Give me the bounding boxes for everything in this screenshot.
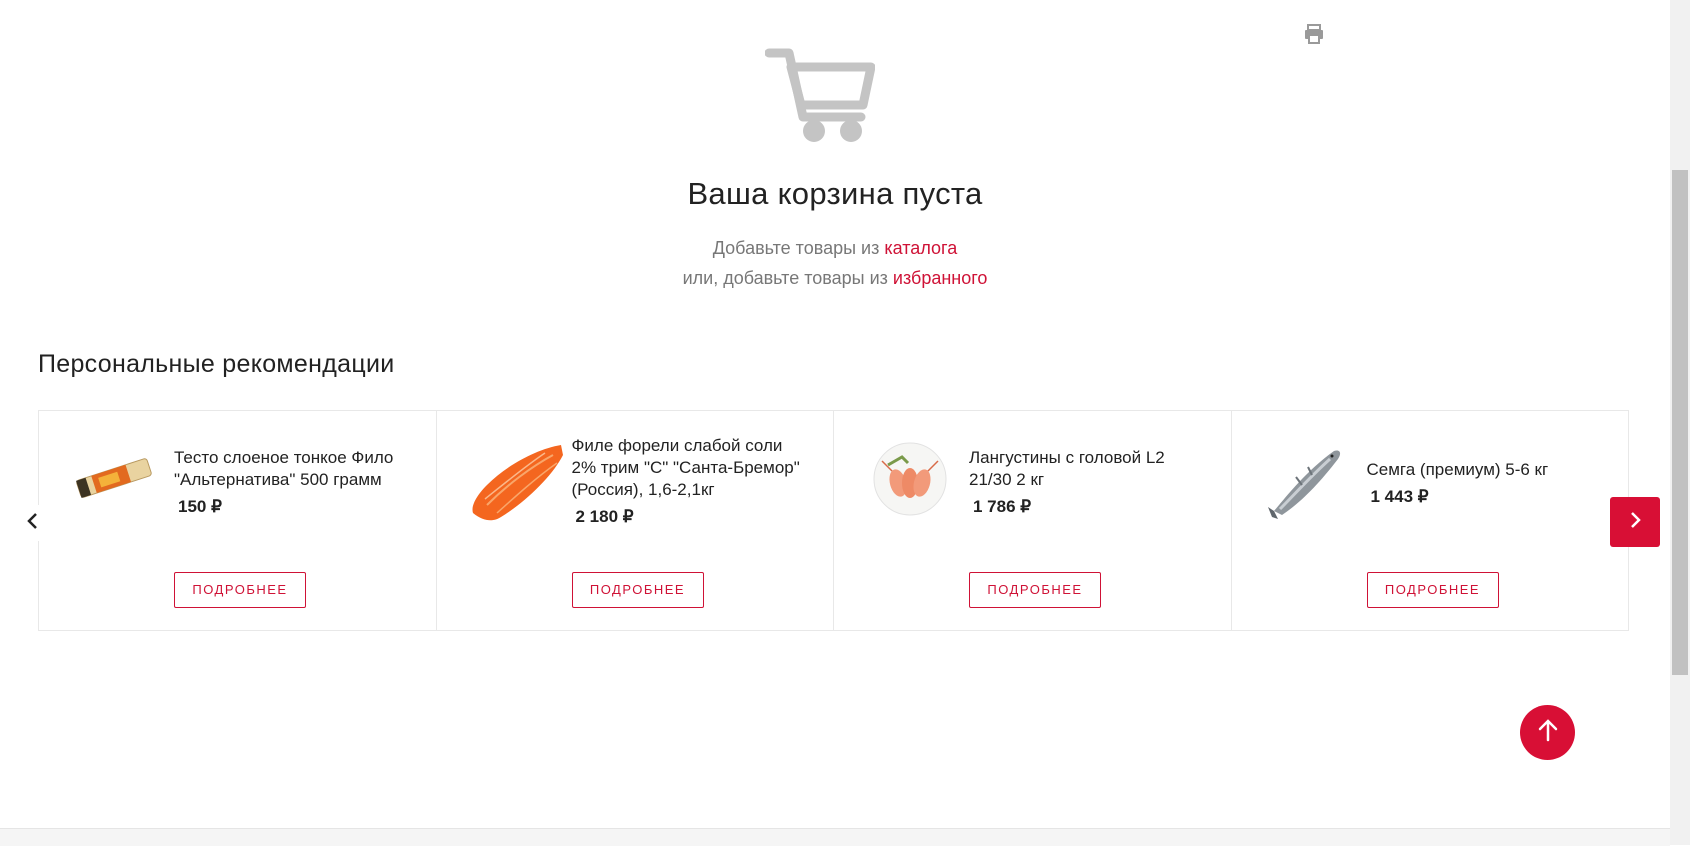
recommendations-title: Персональные рекомендации <box>38 350 395 378</box>
whole-salmon-icon[interactable] <box>1266 441 1346 521</box>
catalog-link[interactable]: каталога <box>884 238 957 258</box>
trout-fillet-icon[interactable] <box>467 441 567 531</box>
phyllo-dough-package-icon[interactable] <box>69 433 159 523</box>
scroll-to-top-button[interactable] <box>1520 705 1575 760</box>
scrollbar-thumb[interactable] <box>1672 170 1688 675</box>
carousel-prev-button[interactable] <box>18 505 48 541</box>
product-name[interactable]: Тесто слоеное тонкое Фило "Альтернатива"… <box>174 447 414 491</box>
product-card[interactable]: Лангустины с головой L2 21/30 2 кг 1 786… <box>834 411 1232 630</box>
favorites-link[interactable]: избранного <box>893 268 988 288</box>
product-card[interactable]: Филе форели слабой соли 2% трим "С" "Сан… <box>437 411 834 630</box>
langoustines-plate-icon[interactable] <box>872 441 948 517</box>
product-price: 2 180 ₽ <box>575 507 634 526</box>
details-button[interactable]: ПОДРОБНЕЕ <box>571 572 704 608</box>
carousel-next-button[interactable] <box>1610 497 1660 547</box>
empty-cart-hint-catalog: Добавьте товары из каталога <box>712 238 958 258</box>
product-name[interactable]: Лангустины с головой L2 21/30 2 кг <box>969 447 1209 491</box>
arrow-up-icon <box>1537 718 1559 747</box>
print-icon[interactable] <box>1302 22 1326 46</box>
bottom-bar <box>0 828 1670 846</box>
empty-cart-title: Ваша корзина пуста <box>687 176 983 211</box>
chevron-right-icon <box>1628 511 1642 534</box>
product-name[interactable]: Филе форели слабой соли 2% трим "С" "Сан… <box>572 435 812 501</box>
cart-icon <box>764 45 876 145</box>
product-card[interactable]: Семга (премиум) 5-6 кг 1 443 ₽ ПОДРОБНЕЕ <box>1232 411 1629 630</box>
product-price: 1 786 ₽ <box>973 497 1032 516</box>
page-scrollbar[interactable] <box>1670 0 1690 845</box>
product-price: 1 443 ₽ <box>1370 487 1429 506</box>
empty-cart-hint-favorites: или, добавьте товары из избранного <box>682 268 988 288</box>
chevron-left-icon <box>26 512 40 535</box>
details-button[interactable]: ПОДРОБНЕЕ <box>969 572 1101 608</box>
product-card[interactable]: Тесто слоеное тонкое Фило "Альтернатива"… <box>39 411 437 630</box>
product-name[interactable]: Семга (премиум) 5-6 кг <box>1367 459 1607 481</box>
recommendations-carousel: Тесто слоеное тонкое Фило "Альтернатива"… <box>38 410 1629 631</box>
product-price: 150 ₽ <box>178 497 222 516</box>
details-button[interactable]: ПОДРОБНЕЕ <box>1366 572 1499 608</box>
details-button[interactable]: ПОДРОБНЕЕ <box>174 572 306 608</box>
